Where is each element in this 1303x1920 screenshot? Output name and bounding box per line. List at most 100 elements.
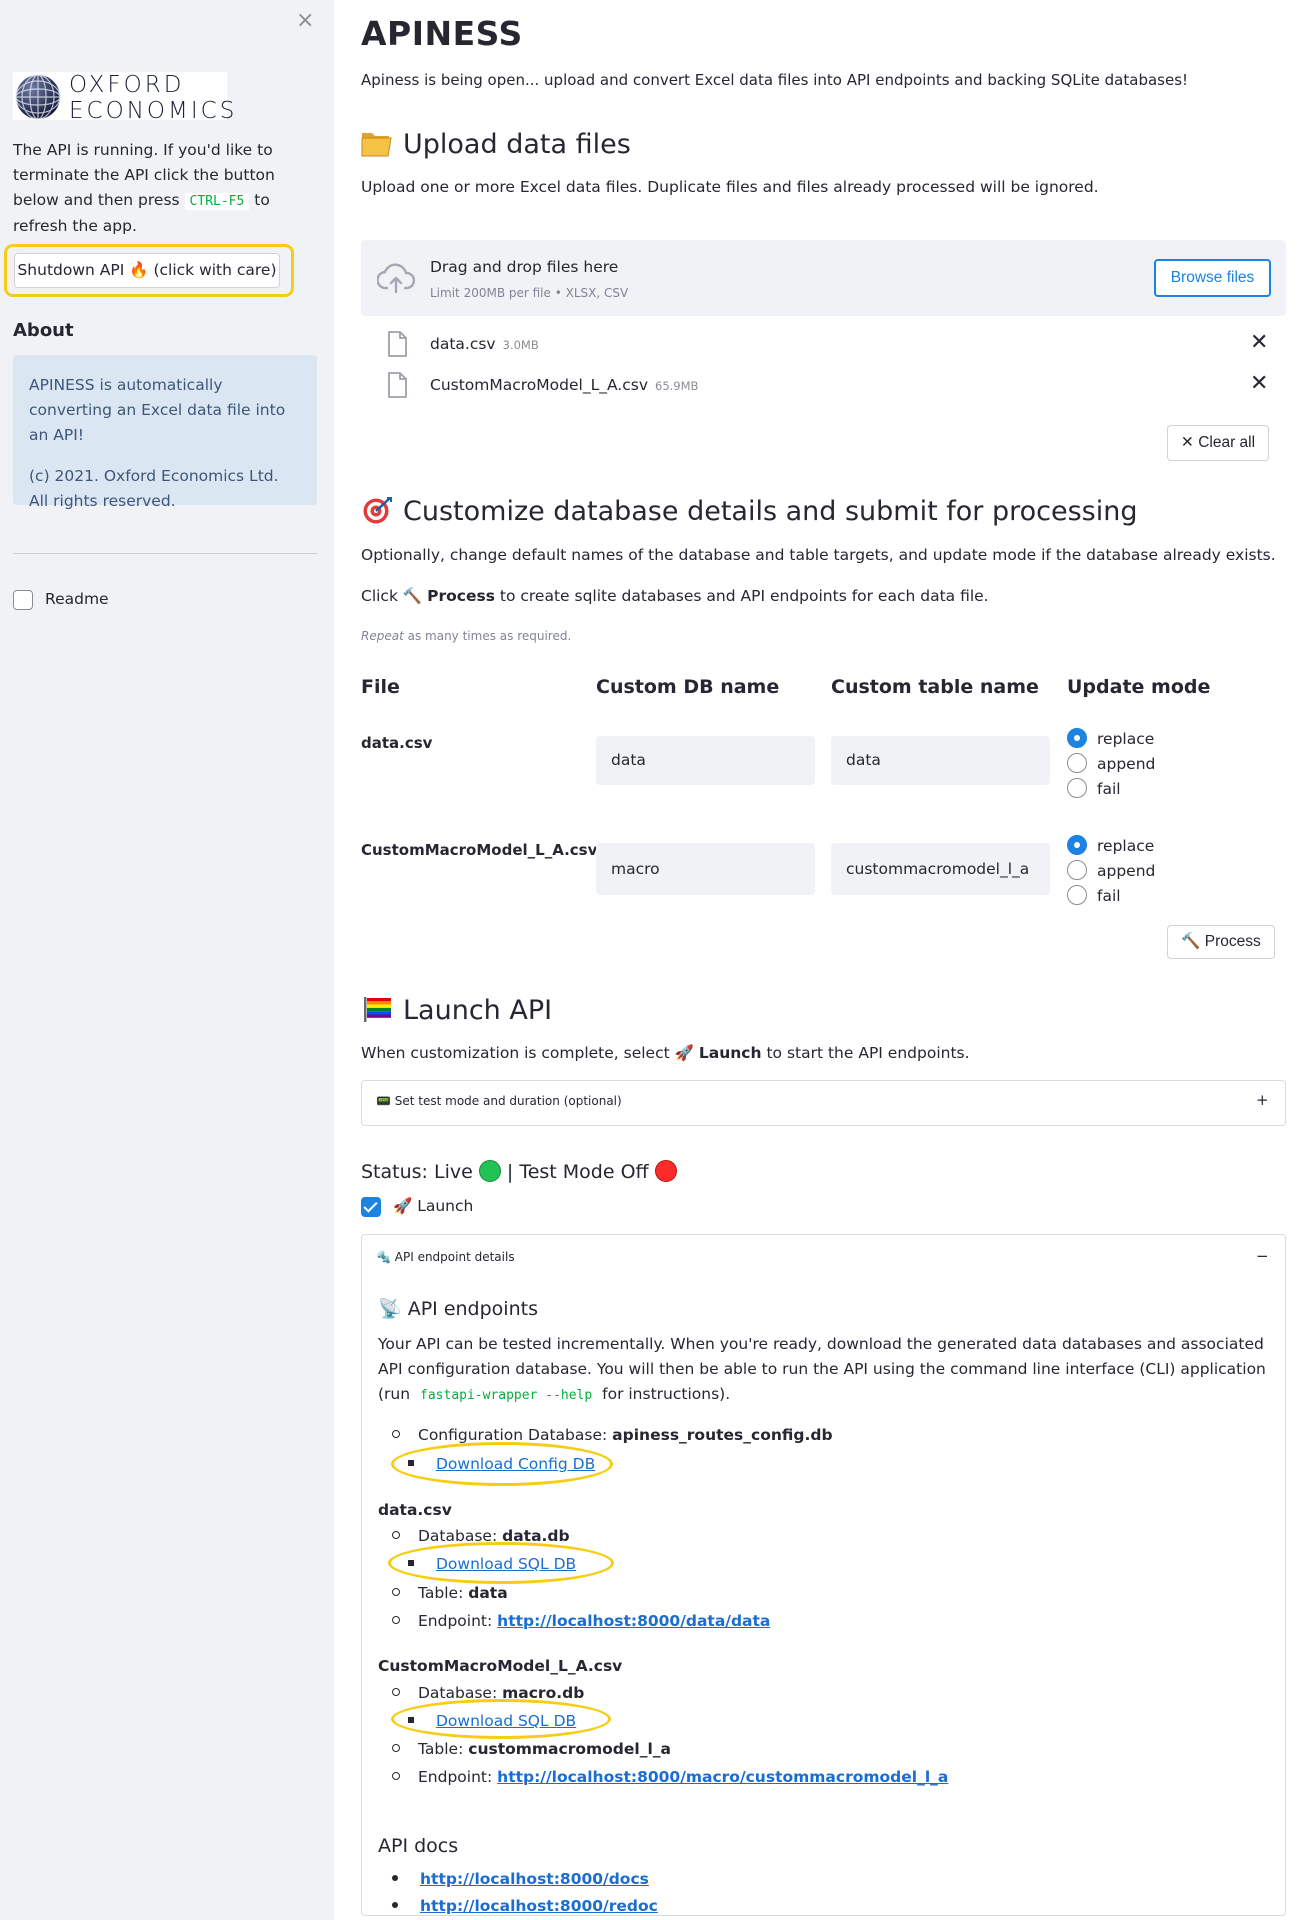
custom-db-name-input[interactable]: data [596,736,815,785]
page-subtitle: Apiness is being open... upload and conv… [361,71,1189,89]
test-mode-status-indicator [654,1160,677,1182]
radio-button[interactable] [1067,834,1087,855]
logo-text: OXFORD ECONOMICS [69,72,237,124]
status-live-text: Status: Live [361,1161,473,1183]
dataset-table: Table: data [392,1581,508,1606]
endpoints-description: Your API can be tested incrementally. Wh… [378,1335,1266,1404]
launch-checkbox[interactable]: 🚀 Launch [361,1194,473,1219]
docs-link-item: http://localhost:8000/docs [392,1867,649,1892]
docs-link[interactable]: http://localhost:8000/docs [420,1870,649,1888]
copyright: (c) 2021. Oxford Economics Ltd. All righ… [29,467,279,510]
logo-line-2: ECONOMICS [69,98,238,124]
radio-replace[interactable]: replace [1067,834,1155,859]
radio-button[interactable] [1067,752,1087,773]
repeat-note: Repeat as many times as required. [361,629,572,643]
checkbox-checked[interactable] [361,1196,381,1217]
file-name: data.csv 3.0MB [430,335,539,353]
highlight-ring [391,1699,611,1739]
dropzone-title: Drag and drop files here [430,258,619,276]
dataset-file-name: data.csv [378,1501,452,1519]
upload-heading: Upload data files [361,127,631,163]
test-mode-expander-label: 📟 Set test mode and duration (optional) [376,1094,622,1108]
custom-db-name-input[interactable]: macro [596,843,815,895]
column-header-update-mode: Update mode [1067,676,1211,698]
radio-button[interactable] [1067,884,1087,905]
file-dropzone[interactable]: Drag and drop files here Limit 200MB per… [361,240,1286,316]
custom-table-name-input[interactable]: custommacromodel_l_a [831,843,1050,895]
file-name: CustomMacroModel_L_A.csv 65.9MB [430,376,699,394]
radio-append[interactable]: append [1067,752,1155,777]
endpoint-link[interactable]: http://localhost:8000/data/data [497,1612,770,1630]
file-size: 3.0MB [502,338,539,352]
uploaded-file-item: CustomMacroModel_L_A.csv 65.9MB ✕ [361,368,1286,404]
launch-description: When customization is complete, select 🚀… [361,1044,970,1062]
about-heading: About [13,320,74,341]
divider [13,553,317,554]
radio-button[interactable] [1067,859,1087,880]
upload-description: Upload one or more Excel data files. Dup… [361,178,1099,196]
radio-replace[interactable]: replace [1067,727,1155,752]
endpoint-details-expander: 🔩 API endpoint details − 📡 API endpoints… [361,1234,1286,1916]
readme-checkbox[interactable]: Readme [13,589,109,610]
launch-checkbox-label: 🚀 Launch [393,1197,474,1215]
file-icon [388,372,407,398]
file-icon [388,331,407,357]
cloud-upload-icon [377,263,415,294]
process-button[interactable]: 🔨 Process [1167,925,1275,959]
radio-button[interactable] [1067,727,1087,748]
custom-table-name-input[interactable]: data [831,736,1050,785]
logo-line-1: OXFORD [69,72,185,98]
sidebar: × OXFORD ECONOMICS The API is running. I… [0,0,334,1920]
clear-all-button[interactable]: ✕ Clear all [1167,425,1269,461]
redoc-link-item: http://localhost:8000/redoc [392,1894,658,1919]
radio-fail[interactable]: fail [1067,777,1155,802]
customize-heading: Customize database details and submit fo… [361,494,1137,530]
dataset-file-name: CustomMacroModel_L_A.csv [378,1657,623,1675]
dataset-table: Table: custommacromodel_l_a [392,1737,671,1762]
row-file-name: data.csv [361,734,433,752]
remove-file-icon[interactable]: ✕ [1250,371,1268,396]
status-test-mode-text: | Test Mode Off [506,1161,649,1183]
customize-description: Optionally, change default names of the … [361,546,1276,564]
rainbow-flag-icon [364,997,391,1022]
highlight-ring [388,1542,614,1584]
page-title: APINESS [361,14,523,53]
oxford-economics-logo: OXFORD ECONOMICS [13,72,234,124]
radio-append[interactable]: append [1067,859,1155,884]
endpoints-heading: 📡 API endpoints [378,1298,538,1320]
highlight-ring [391,1442,613,1486]
api-status: Status: Live | Test Mode Off [361,1160,677,1183]
about-info-box: APINESS is automatically converting an E… [13,355,317,510]
endpoint-link[interactable]: http://localhost:8000/macro/custommacrom… [497,1768,948,1786]
shutdown-api-button[interactable]: Shutdown API 🔥 (click with care) [14,253,280,288]
live-status-indicator [478,1160,501,1182]
uploaded-file-item: data.csv 3.0MB ✕ [361,327,1286,363]
radio-fail[interactable]: fail [1067,884,1155,909]
about-description: APINESS is automatically converting an E… [29,376,286,444]
folder-icon [361,133,392,157]
browse-files-button[interactable]: Browse files [1154,259,1271,297]
file-size: 65.9MB [655,379,699,393]
column-header-file: File [361,676,400,698]
update-mode-radio-group: replace append fail [1067,727,1155,802]
checkbox-box[interactable] [13,589,33,610]
rocket-icon: 🚀 [674,1044,694,1062]
expand-icon[interactable]: + [1256,1091,1269,1109]
radio-button[interactable] [1067,777,1087,798]
dropzone-limit: Limit 200MB per file • XLSX, CSV [430,286,629,300]
remove-file-icon[interactable]: ✕ [1250,330,1268,355]
test-mode-expander[interactable]: 📟 Set test mode and duration (optional) … [361,1080,1286,1126]
hammer-icon: 🔨 [402,587,423,605]
collapse-icon[interactable]: − [1256,1247,1269,1265]
close-icon[interactable]: × [296,8,314,34]
upload-heading-text: Upload data files [403,129,631,160]
process-instruction: Click 🔨 Process to create sqlite databas… [361,587,989,605]
globe-icon [15,74,61,120]
redoc-link[interactable]: http://localhost:8000/redoc [420,1897,658,1915]
dataset-endpoint: Endpoint: http://localhost:8000/macro/cu… [392,1765,948,1790]
dataset-endpoint: Endpoint: http://localhost:8000/data/dat… [392,1609,770,1634]
column-header-db-name: Custom DB name [596,676,780,698]
endpoint-expander-label[interactable]: 🔩 API endpoint details [376,1250,515,1264]
launch-heading-text: Launch API [403,995,553,1026]
customize-heading-text: Customize database details and submit fo… [403,496,1138,527]
